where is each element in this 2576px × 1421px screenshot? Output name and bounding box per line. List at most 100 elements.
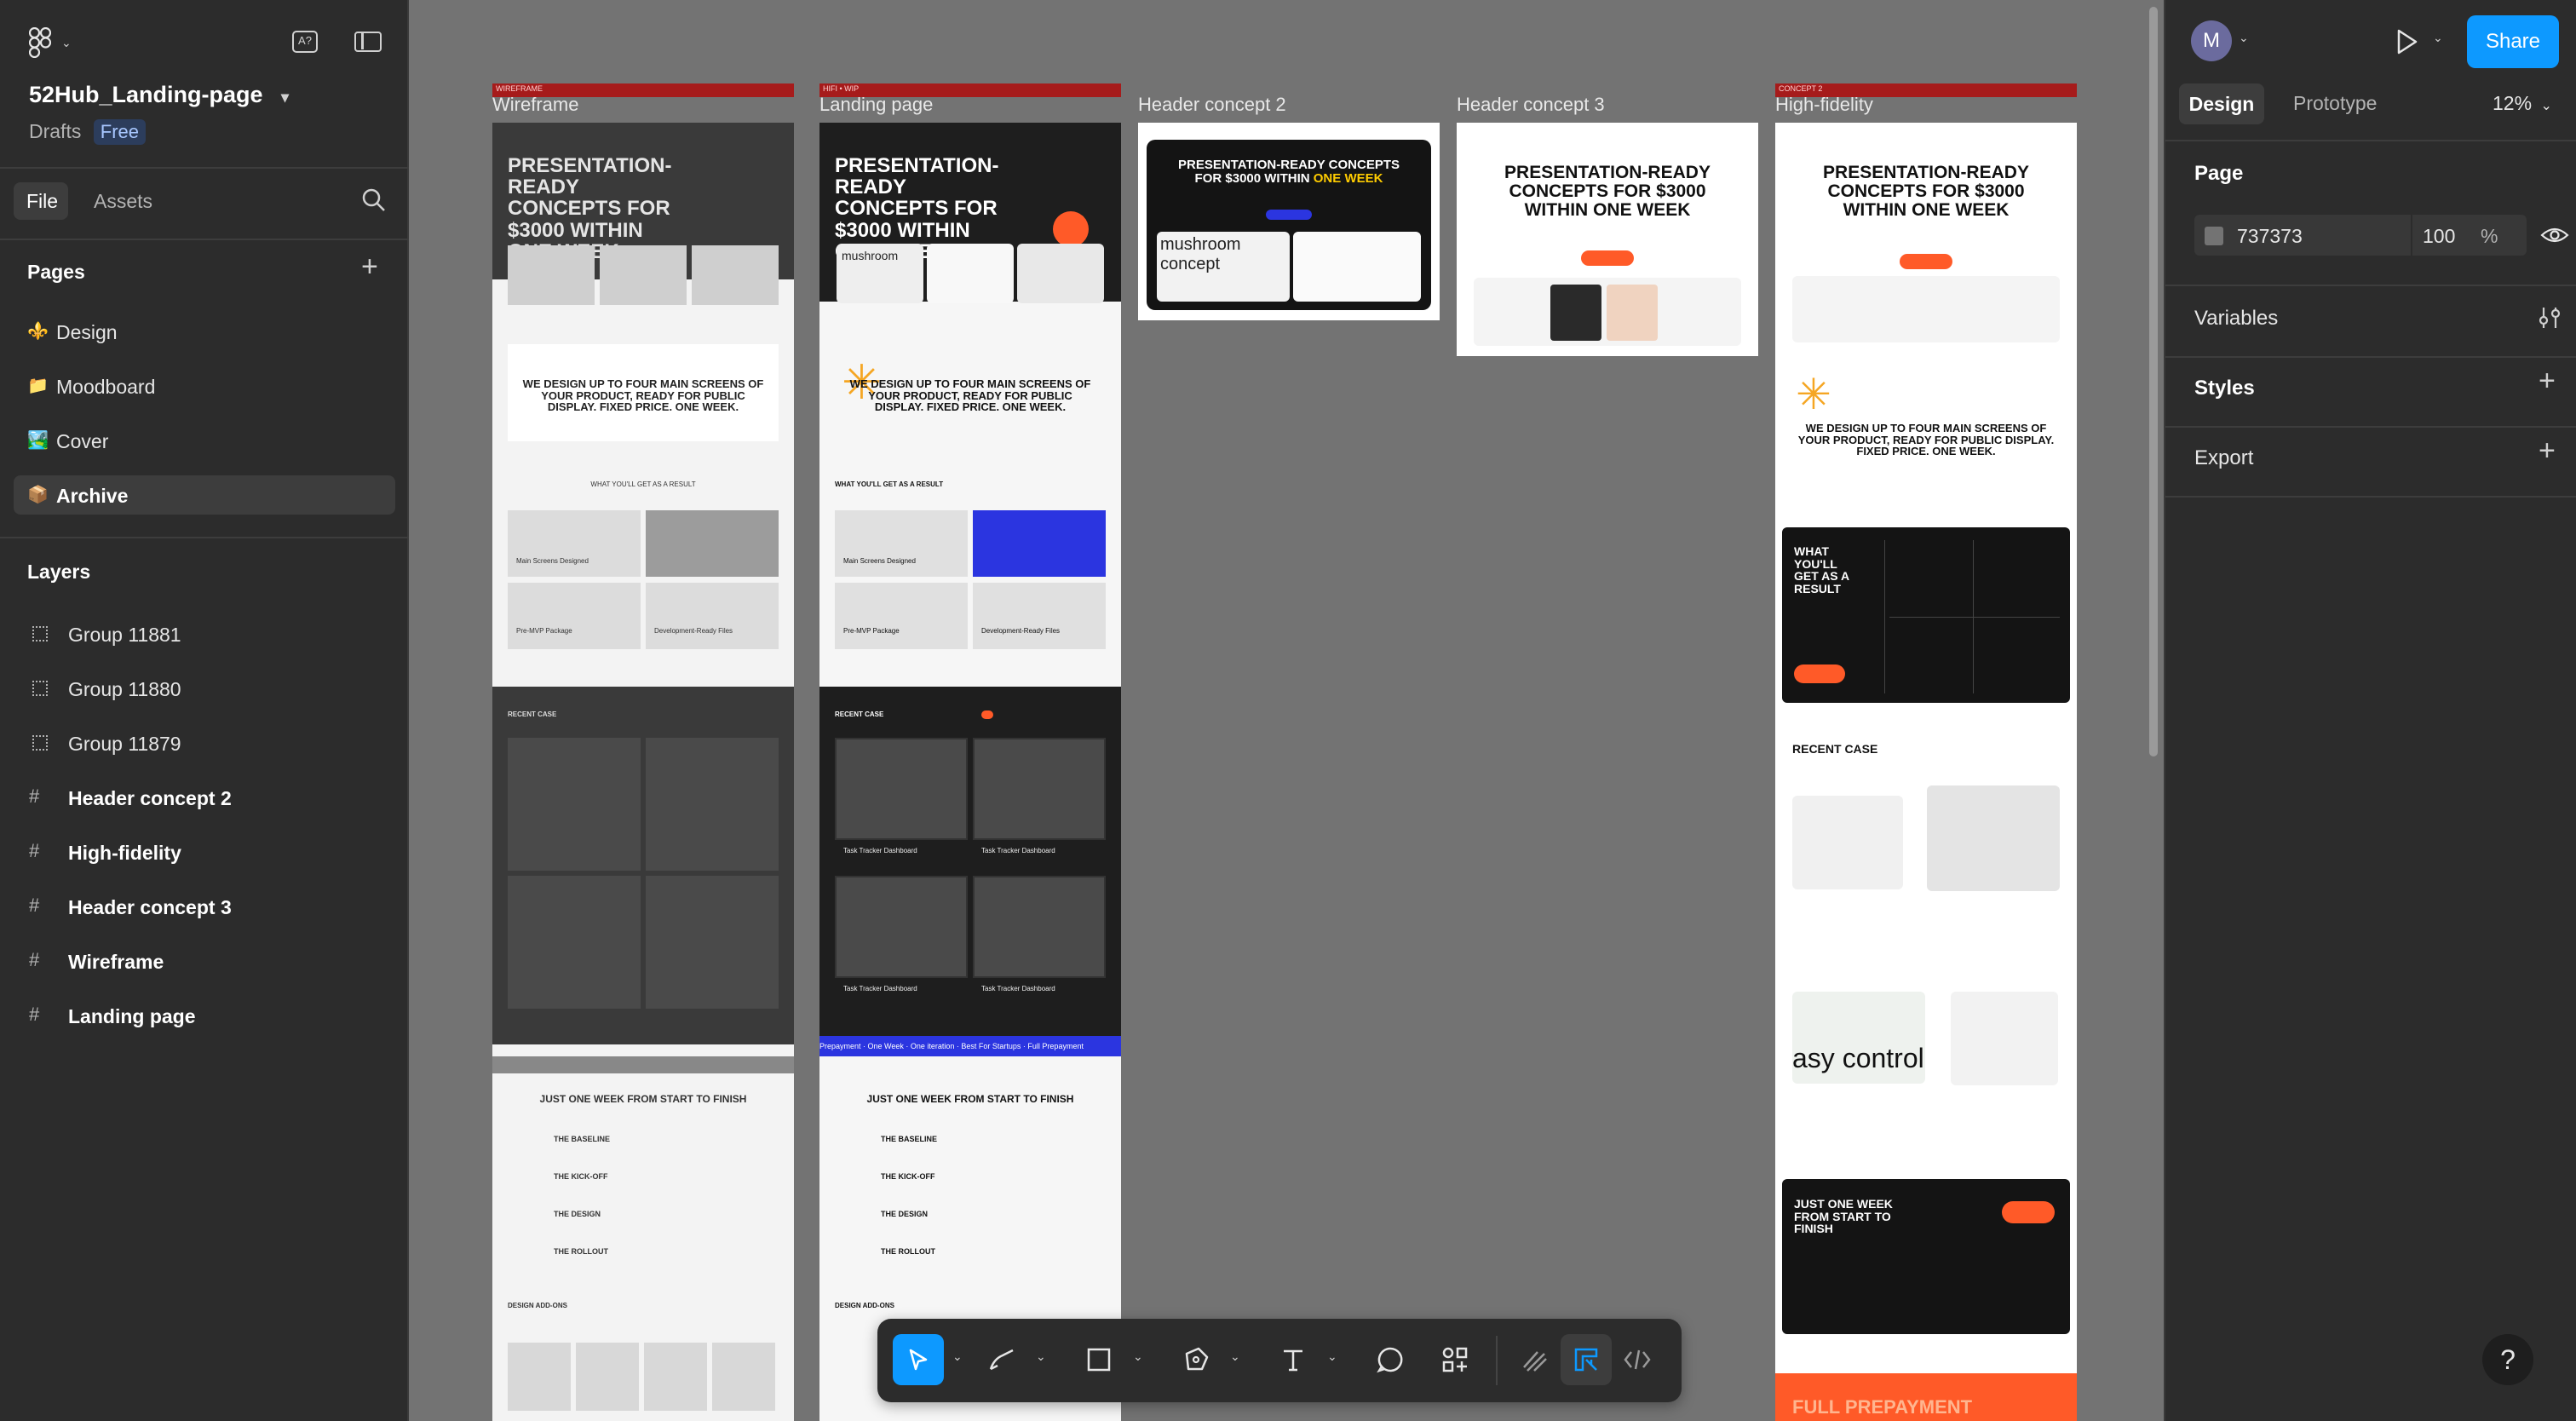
ai-search-icon[interactable]: A? <box>292 31 318 53</box>
pages-heading: Pages <box>27 261 85 283</box>
search-icon[interactable] <box>361 187 387 213</box>
actions-tool-button[interactable] <box>1429 1334 1481 1385</box>
frame-title-header-concept-3[interactable]: Header concept 3 <box>1457 94 1605 116</box>
frame-high-fidelity[interactable]: PRESENTATION-READY CONCEPTS FOR $3000 WI… <box>1775 123 2077 1421</box>
page-item-cover[interactable]: 🏞️ Cover <box>14 421 395 460</box>
tab-design[interactable]: Design <box>2179 83 2264 124</box>
text-tool-button[interactable] <box>1268 1334 1319 1385</box>
lp-step: THE DESIGN <box>881 1210 929 1218</box>
chevron-down-icon[interactable]: ⌄ <box>2239 31 2249 45</box>
frame-tool-button[interactable] <box>1073 1334 1124 1385</box>
eye-icon[interactable] <box>2540 225 2569 245</box>
drafts-label[interactable]: Drafts <box>29 120 81 142</box>
layer-group-11879[interactable]: Group 11879 <box>14 724 395 762</box>
move-tool-button[interactable] <box>893 1334 944 1385</box>
chevron-down-icon[interactable]: ⌄ <box>952 1349 963 1364</box>
chevron-down-icon[interactable]: ⌄ <box>1036 1349 1046 1364</box>
add-page-icon[interactable]: + <box>361 250 378 284</box>
layer-wireframe[interactable]: # Wireframe <box>14 942 395 980</box>
comment-tool-button[interactable] <box>1365 1334 1416 1385</box>
lp-addons: DESIGN ADD-ONS <box>835 1302 894 1309</box>
left-sidebar: ⌄ A? 52Hub_Landing-page ▾ Drafts Free Fi… <box>0 0 409 1421</box>
frame-wireframe[interactable]: PRESENTATION-READY CONCEPTS FOR $3000 WI… <box>492 123 794 1421</box>
frame-icon: # <box>29 1004 40 1025</box>
code-brackets-icon <box>1624 1349 1651 1370</box>
file-name-text: 52Hub_Landing-page <box>29 82 263 107</box>
chevron-down-icon[interactable]: ⌄ <box>1230 1349 1240 1364</box>
add-style-icon[interactable]: + <box>2539 365 2556 398</box>
fill-swatch[interactable] <box>2205 227 2223 245</box>
layer-header-concept-3[interactable]: # Header concept 3 <box>14 888 395 925</box>
page-heading: Page <box>2194 162 2244 185</box>
chevron-down-icon: ▾ <box>281 89 290 106</box>
frame-landing-page[interactable]: PRESENTATION-READY CONCEPTS FOR $3000 WI… <box>819 123 1121 1421</box>
frame-title-landing-page[interactable]: Landing page <box>819 94 933 116</box>
add-export-icon[interactable]: + <box>2539 434 2556 468</box>
chevron-down-icon[interactable]: ⌄ <box>2433 31 2443 45</box>
fill-opacity[interactable]: 100 <box>2423 225 2455 248</box>
pen-tool-button[interactable] <box>1170 1334 1222 1385</box>
page-item-archive[interactable]: 📦 Archive <box>14 475 395 515</box>
zoom-dropdown[interactable]: 12% ⌄ <box>2493 92 2552 115</box>
frame-title-high-fidelity[interactable]: High-fidelity <box>1775 94 1873 116</box>
tab-prototype[interactable]: Prototype <box>2293 92 2377 115</box>
design-mode-button[interactable] <box>1561 1334 1612 1385</box>
lp-task-tracker: Task Tracker Dashboard <box>981 847 1055 854</box>
chevron-down-icon[interactable]: ⌄ <box>1327 1349 1337 1364</box>
variables-heading[interactable]: Variables <box>2194 307 2278 331</box>
design-ruler-icon <box>1574 1348 1598 1372</box>
help-icon: ? <box>2500 1344 2516 1375</box>
lp-step: THE ROLLOUT <box>881 1247 935 1256</box>
chevron-down-icon[interactable]: ⌄ <box>1133 1349 1143 1364</box>
avatar[interactable]: M <box>2191 20 2232 61</box>
zoom-value: 12% <box>2493 92 2533 114</box>
pencil-icon <box>989 1349 1014 1371</box>
frame-header-concept-3[interactable]: PRESENTATION-READY CONCEPTS FOR $3000 WI… <box>1457 123 1758 356</box>
frame-icon: # <box>29 949 40 970</box>
wf-one-week: JUST ONE WEEK FROM START TO FINISH <box>539 1093 747 1105</box>
lp-main-screens: Main Screens Designed <box>843 557 916 565</box>
pen-nib-icon <box>1185 1347 1209 1371</box>
wf-step: THE ROLLOUT <box>554 1247 608 1256</box>
page-item-moodboard[interactable]: 📁 Moodboard <box>14 366 395 406</box>
folder-icon: 📁 <box>27 377 49 395</box>
dev-mode-button[interactable] <box>1612 1334 1663 1385</box>
fleur-icon: ⚜️ <box>27 322 49 341</box>
layer-landing-page[interactable]: # Landing page <box>14 997 395 1034</box>
page-fill-field[interactable]: 737373 100 % <box>2194 215 2527 256</box>
sidebar-toggle-icon[interactable] <box>354 32 382 52</box>
wf-pre-mvp: Pre-MVP Package <box>516 627 572 635</box>
present-play-icon[interactable] <box>2392 27 2421 56</box>
file-location-row: Drafts Free <box>29 119 147 145</box>
tab-file-label: File <box>26 190 59 212</box>
wf-recent-case: RECENT CASE <box>508 710 557 718</box>
layer-label: Header concept 2 <box>68 787 232 809</box>
variables-sliders-icon[interactable] <box>2537 305 2562 331</box>
layer-group-11881[interactable]: Group 11881 <box>14 615 395 653</box>
canvas[interactable]: WIREFRAME Wireframe PRESENTATION-READY C… <box>411 0 2164 1421</box>
frame-tag-text: WIREFRAME <box>496 84 543 93</box>
layer-group-11880[interactable]: Group 11880 <box>14 670 395 707</box>
page-label: Cover <box>56 430 109 452</box>
layer-header-concept-2[interactable]: # Header concept 2 <box>14 779 395 816</box>
comment-bubble-icon <box>1377 1347 1403 1373</box>
canvas-scrollbar[interactable] <box>2149 7 2158 757</box>
help-button[interactable]: ? <box>2482 1334 2533 1385</box>
frame-title-wireframe[interactable]: Wireframe <box>492 94 578 116</box>
wf-dev-files: Development-Ready Files <box>654 627 733 635</box>
page-item-design[interactable]: ⚜️ Design <box>14 312 395 351</box>
fill-hex[interactable]: 737373 <box>2237 225 2303 248</box>
frame-header-concept-2[interactable]: PRESENTATION-READY CONCEPTS FOR $3000 WI… <box>1138 123 1440 320</box>
main-menu-button[interactable]: ⌄ <box>26 26 77 60</box>
layer-high-fidelity[interactable]: # High-fidelity <box>14 833 395 871</box>
frame-title-header-concept-2[interactable]: Header concept 2 <box>1138 94 1286 116</box>
chevron-down-icon: ⌄ <box>2540 99 2552 113</box>
tab-assets[interactable]: Assets <box>94 190 152 213</box>
share-button[interactable]: Share <box>2467 15 2559 68</box>
hc2-mushroom: mushroom concept <box>1157 232 1290 302</box>
pencil-tool-button[interactable] <box>976 1334 1027 1385</box>
lp-pre-mvp: Pre-MVP Package <box>843 627 900 635</box>
tab-file[interactable]: File <box>14 182 68 220</box>
file-name[interactable]: 52Hub_Landing-page ▾ <box>29 82 289 108</box>
draw-mode-button[interactable] <box>1509 1334 1561 1385</box>
